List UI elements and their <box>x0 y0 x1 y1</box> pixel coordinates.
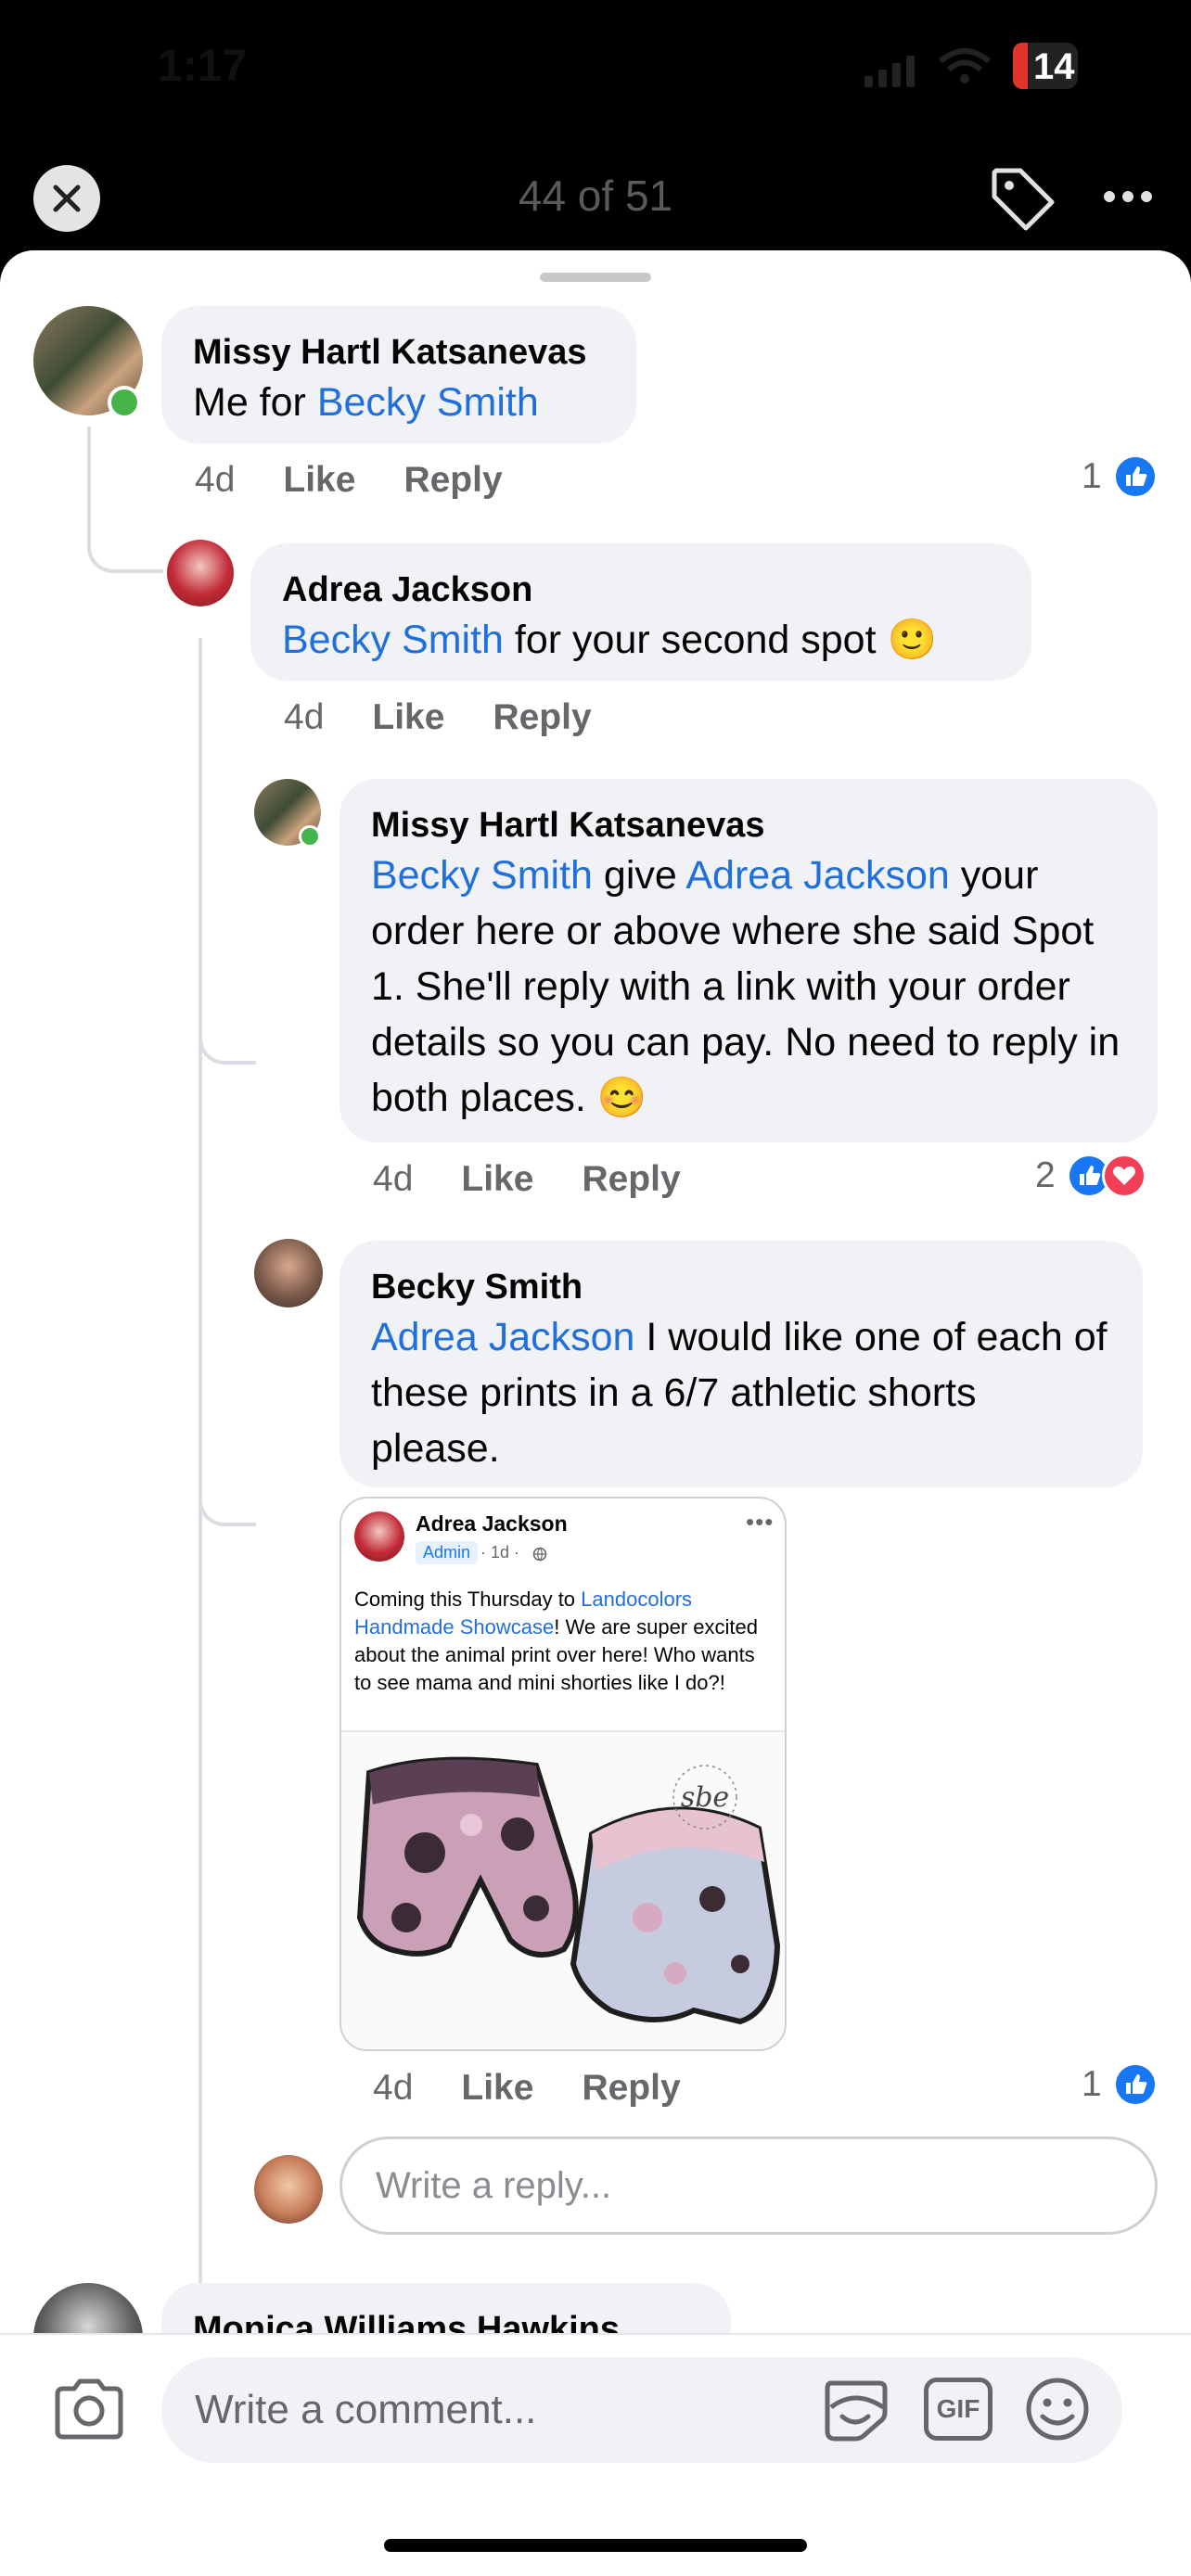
gif-icon[interactable]: GIF <box>924 2378 992 2441</box>
comment-text: Becky Smith give Adrea Jackson your orde… <box>371 848 1126 1126</box>
comment-author[interactable]: Becky Smith <box>371 1265 1111 1309</box>
comment-bubble[interactable]: Becky Smith Adrea Jackson I would like o… <box>339 1241 1143 1487</box>
globe-icon <box>532 1547 547 1562</box>
mention-link[interactable]: Becky Smith <box>317 380 539 425</box>
shared-post-text-before: Coming this Thursday to <box>354 1588 582 1611</box>
reply-button[interactable]: Reply <box>403 460 502 501</box>
reaction-number: 1 <box>1082 456 1102 496</box>
status-bar: 1:17 14 44 of 51 <box>0 0 1191 232</box>
comment-text: Me for Becky Smith <box>193 375 605 430</box>
sticker-icon[interactable] <box>822 2376 889 2442</box>
home-indicator[interactable] <box>384 2539 807 2552</box>
comment-actions: 4d Like Reply <box>284 697 592 738</box>
admin-badge: Admin <box>416 1541 479 1564</box>
comment-text-body: give <box>592 853 686 898</box>
comment-bubble[interactable]: Missy Hartl Katsanevas Becky Smith give … <box>339 779 1158 1142</box>
reaction-count[interactable]: 2 <box>1035 1154 1146 1198</box>
online-indicator <box>299 825 321 848</box>
mention-link[interactable]: Adrea Jackson <box>371 1315 634 1359</box>
shared-post-card[interactable]: Adrea Jackson Admin · 1d · ••• Coming th… <box>339 1497 787 2051</box>
shorts-right-image <box>570 1806 781 2025</box>
reaction-count[interactable]: 1 <box>1082 454 1158 499</box>
online-indicator <box>108 386 141 419</box>
reaction-number: 1 <box>1082 2064 1102 2104</box>
comment-actions: 4d Like Reply <box>373 2068 681 2109</box>
watermark-logo: sbe <box>681 1781 729 1814</box>
comment-text-body: Me for <box>193 380 317 425</box>
sheet-handle[interactable] <box>540 273 651 282</box>
avatar[interactable] <box>254 1239 323 1307</box>
like-button[interactable]: Like <box>372 697 444 738</box>
reaction-count[interactable]: 1 <box>1082 2062 1158 2107</box>
comment-time: 4d <box>195 460 236 500</box>
shared-post-time: · 1d · <box>480 1543 520 1562</box>
shared-post-avatar <box>354 1511 404 1562</box>
like-icon <box>1112 2062 1158 2107</box>
comment-bubble[interactable]: Adrea Jackson Becky Smith for your secon… <box>250 543 1031 681</box>
wifi-icon <box>939 48 991 83</box>
mention-link[interactable]: Becky Smith <box>371 853 593 898</box>
status-time: 1:17 <box>158 42 248 91</box>
comment-time: 4d <box>284 697 325 737</box>
love-icon <box>1101 1154 1146 1198</box>
comment-time: 4d <box>373 2068 414 2108</box>
shared-post-text: Coming this Thursday to Landocolors Hand… <box>354 1586 777 1697</box>
reply-button[interactable]: Reply <box>582 2068 680 2109</box>
comment-author[interactable]: Missy Hartl Katsanevas <box>371 803 1126 848</box>
shared-post-author[interactable]: Adrea Jackson <box>416 1511 568 1537</box>
comment-text: Becky Smith for your second spot 🙂 <box>282 612 1000 668</box>
reply-input[interactable]: Write a reply... <box>339 2136 1158 2235</box>
thread-line <box>198 992 256 1526</box>
reaction-number: 2 <box>1035 1155 1056 1195</box>
comment-text: Adrea Jackson I would like one of each o… <box>371 1309 1111 1476</box>
comment-actions: 4d Like Reply <box>195 460 503 501</box>
comment-bubble[interactable]: Missy Hartl Katsanevas Me for Becky Smit… <box>161 306 636 443</box>
signal-icon <box>864 56 915 87</box>
comments-sheet: Missy Hartl Katsanevas Me for Becky Smit… <box>0 250 1191 2576</box>
comment-text-body: for your second spot 🙂 <box>503 618 938 662</box>
tag-icon[interactable] <box>987 163 1057 234</box>
comment-actions: 4d Like Reply <box>373 1159 681 1200</box>
mention-link[interactable]: Adrea Jackson <box>685 853 949 898</box>
battery-level: 14 <box>1033 46 1075 87</box>
emoji-icon[interactable] <box>1024 2376 1091 2442</box>
more-icon[interactable]: ••• <box>746 1508 774 1537</box>
thread-line <box>87 427 163 573</box>
mention-link[interactable]: Becky Smith <box>282 618 504 662</box>
battery-indicator: 14 <box>1013 43 1078 89</box>
shared-post-photo[interactable]: sbe <box>341 1732 787 2051</box>
like-button[interactable]: Like <box>283 460 355 501</box>
reply-button[interactable]: Reply <box>493 697 591 738</box>
camera-icon[interactable] <box>52 2376 126 2441</box>
comment-author[interactable]: Adrea Jackson <box>282 567 1000 612</box>
more-icon[interactable] <box>1100 185 1156 208</box>
comment-time: 4d <box>373 1159 414 1199</box>
avatar[interactable] <box>167 540 234 606</box>
like-button[interactable]: Like <box>461 1159 533 1200</box>
like-icon <box>1112 454 1158 499</box>
like-button[interactable]: Like <box>461 2068 533 2109</box>
comment-author[interactable]: Missy Hartl Katsanevas <box>193 330 605 375</box>
current-user-avatar <box>254 2155 323 2224</box>
reply-button[interactable]: Reply <box>582 1159 680 1200</box>
